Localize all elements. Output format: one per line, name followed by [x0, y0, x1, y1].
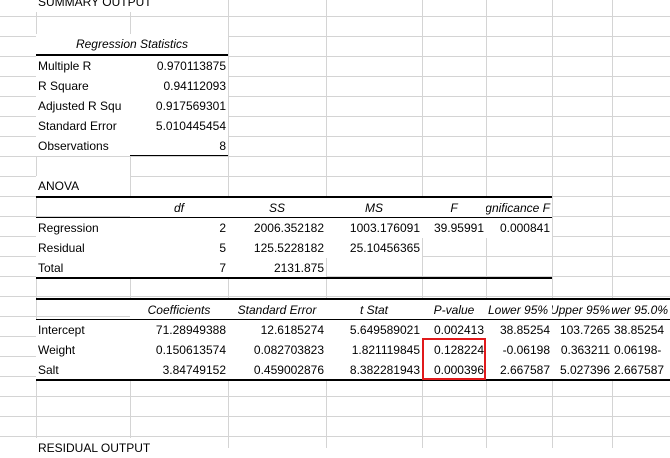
- anova-ss[interactable]: 125.5228182: [228, 238, 326, 258]
- anova-ms[interactable]: 25.10456365: [326, 238, 422, 258]
- coef-p-value[interactable]: 0.000396: [422, 360, 486, 380]
- coef-header-t-stat[interactable]: t Stat: [326, 300, 422, 320]
- coef-p-value[interactable]: 0.002413: [422, 320, 486, 340]
- rule: [130, 155, 228, 156]
- coef-standard-error[interactable]: 12.6185274: [228, 320, 326, 340]
- coef-header-p-value[interactable]: P-value: [422, 300, 486, 320]
- coef-value[interactable]: 3.84749152: [130, 360, 228, 380]
- coef-p-value[interactable]: 0.128224: [422, 340, 486, 360]
- anova-row-label[interactable]: Total: [36, 258, 130, 278]
- gridline-horizontal: [0, 396, 670, 397]
- rule: [36, 379, 670, 381]
- anova-row-label[interactable]: Residual: [36, 238, 130, 258]
- stat-label[interactable]: Adjusted R Squ: [36, 96, 130, 116]
- gridline-horizontal: [0, 296, 670, 297]
- anova-ms[interactable]: 1003.176091: [326, 218, 422, 238]
- anova-row-label[interactable]: Regression: [36, 218, 130, 238]
- coef-t-stat[interactable]: 5.649589021: [326, 320, 422, 340]
- coef-header-upper-95[interactable]: Upper 95%: [552, 300, 612, 320]
- anova-title[interactable]: ANOVA: [36, 176, 130, 196]
- coef-lower-95-0[interactable]: 2.667587: [612, 360, 670, 380]
- stat-value[interactable]: 5.010445454: [130, 116, 228, 136]
- residual-output-title[interactable]: RESIDUAL OUTPUT: [36, 438, 228, 458]
- coef-row-label[interactable]: Intercept: [36, 320, 130, 340]
- stat-label[interactable]: Multiple R: [36, 56, 130, 76]
- regression-statistics-title[interactable]: Regression Statistics: [36, 34, 228, 54]
- anova-ss[interactable]: 2131.875: [228, 258, 326, 278]
- anova-header-significance-f[interactable]: Significance F: [486, 198, 552, 218]
- coef-upper-95[interactable]: 0.363211: [552, 340, 612, 360]
- stat-value[interactable]: 0.94112093: [130, 76, 228, 96]
- anova-header-ss[interactable]: SS: [228, 198, 326, 218]
- coef-header-lower-95-0[interactable]: Lower 95.0%: [612, 300, 670, 320]
- coef-lower-95[interactable]: -0.06198: [486, 340, 552, 360]
- coef-header-standard-error[interactable]: Standard Error: [228, 300, 326, 320]
- gridline-horizontal: [0, 436, 670, 437]
- coef-lower-95[interactable]: 38.85254: [486, 320, 552, 340]
- gridline-horizontal: [0, 156, 670, 157]
- anova-header-ms[interactable]: MS: [326, 198, 422, 218]
- coef-lower-95-0[interactable]: -0.06198: [612, 340, 670, 360]
- coef-t-stat[interactable]: 1.821119845: [326, 340, 422, 360]
- anova-df[interactable]: 2: [130, 218, 228, 238]
- coef-header-coefficients[interactable]: Coefficients: [130, 300, 228, 320]
- stat-label[interactable]: R Square: [36, 76, 130, 96]
- rule: [36, 277, 552, 279]
- coef-header-lower-95[interactable]: Lower 95%: [486, 300, 552, 320]
- anova-df[interactable]: 5: [130, 238, 228, 258]
- coef-lower-95-0[interactable]: 38.85254: [612, 320, 670, 340]
- coef-standard-error[interactable]: 0.459002876: [228, 360, 326, 380]
- anova-df[interactable]: 7: [130, 258, 228, 278]
- anova-header-df[interactable]: df: [130, 198, 228, 218]
- coef-t-stat[interactable]: 8.382281943: [326, 360, 422, 380]
- stat-value[interactable]: 0.970113875: [130, 56, 228, 76]
- stat-label[interactable]: Observations: [36, 136, 130, 156]
- coef-row-label[interactable]: Salt: [36, 360, 130, 380]
- gridline-horizontal: [0, 16, 670, 17]
- stat-label[interactable]: Standard Error: [36, 116, 130, 136]
- anova-f[interactable]: 39.95991: [422, 218, 486, 238]
- coef-lower-95[interactable]: 2.667587: [486, 360, 552, 380]
- gridline-horizontal: [0, 416, 670, 417]
- coef-upper-95[interactable]: 103.7265: [552, 320, 612, 340]
- anova-ss[interactable]: 2006.352182: [228, 218, 326, 238]
- coef-value[interactable]: 71.28949388: [130, 320, 228, 340]
- coef-standard-error[interactable]: 0.082703823: [228, 340, 326, 360]
- coef-row-label[interactable]: Weight: [36, 340, 130, 360]
- stat-value[interactable]: 0.917569301: [130, 96, 228, 116]
- coef-value[interactable]: 0.150613574: [130, 340, 228, 360]
- stat-value[interactable]: 8: [130, 136, 228, 156]
- summary-title[interactable]: SUMMARY OUTPUT: [36, 0, 228, 12]
- anova-significance-f[interactable]: 0.000841: [486, 218, 552, 238]
- coef-upper-95[interactable]: 5.027396: [552, 360, 612, 380]
- anova-header-f[interactable]: F: [422, 198, 486, 218]
